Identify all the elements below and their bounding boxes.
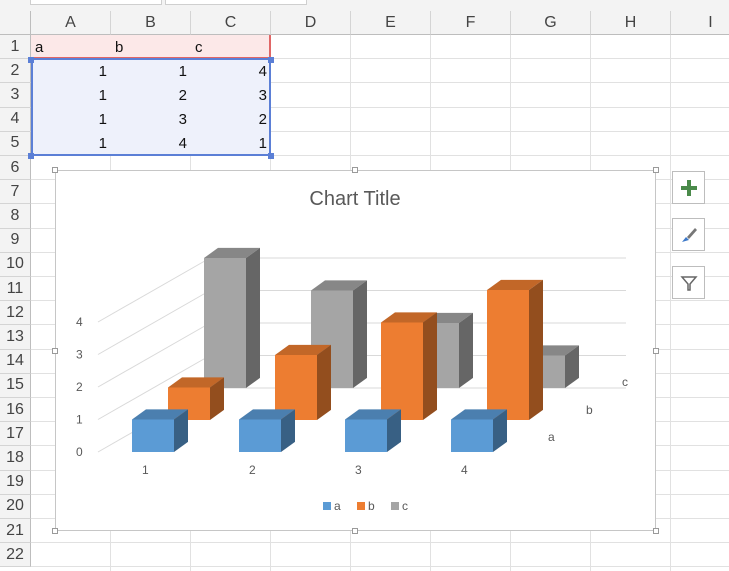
spreadsheet: ABCDEFGHI 1 2 3 4 5 6 7 8 9 10 11 12 13 14 15 16 17 18 19 2… bbox=[0, 0, 729, 571]
cell-b4[interactable]: 3 bbox=[111, 108, 191, 132]
chart-resize-handle[interactable] bbox=[653, 348, 659, 354]
chart-resize-handle[interactable] bbox=[352, 167, 358, 173]
row-header-11[interactable]: 11 bbox=[0, 277, 31, 302]
row-header-2[interactable]: 2 bbox=[0, 59, 31, 84]
row-header-3[interactable]: 3 bbox=[0, 83, 31, 108]
column-gridline bbox=[670, 35, 671, 571]
cell-a1[interactable]: a bbox=[31, 35, 111, 59]
y-tick-label: 4 bbox=[76, 315, 83, 329]
row-header-10[interactable]: 10 bbox=[0, 252, 31, 277]
column-header-f[interactable]: F bbox=[431, 11, 511, 35]
legend-swatch-a bbox=[323, 502, 331, 510]
range-handle[interactable] bbox=[28, 57, 34, 63]
row-header-13[interactable]: 13 bbox=[0, 325, 31, 350]
row-header-7[interactable]: 7 bbox=[0, 180, 31, 205]
cell-b5[interactable]: 4 bbox=[111, 132, 191, 156]
bar-a-1[interactable] bbox=[132, 409, 188, 452]
cell-b3[interactable]: 2 bbox=[111, 83, 191, 107]
cell-a3[interactable]: 1 bbox=[31, 83, 111, 107]
x-category-label: 3 bbox=[355, 463, 362, 477]
chart-resize-handle[interactable] bbox=[653, 167, 659, 173]
range-handle[interactable] bbox=[268, 153, 274, 159]
select-all-corner[interactable] bbox=[0, 11, 31, 35]
chart-resize-handle[interactable] bbox=[352, 528, 358, 534]
plus-icon bbox=[680, 179, 697, 196]
chart-styles-button[interactable] bbox=[672, 218, 705, 251]
row-header-16[interactable]: 16 bbox=[0, 398, 31, 423]
y-tick-label: 0 bbox=[76, 445, 83, 459]
chart-filters-button[interactable] bbox=[672, 266, 705, 299]
row-header-18[interactable]: 18 bbox=[0, 446, 31, 471]
bar-b-3[interactable] bbox=[381, 312, 437, 420]
x-category-label: 4 bbox=[461, 463, 468, 477]
x-category-label: 2 bbox=[249, 463, 256, 477]
cell-b1[interactable]: b bbox=[111, 35, 191, 59]
depth-axis-label: b bbox=[586, 403, 593, 417]
bar-a-3[interactable] bbox=[345, 409, 401, 452]
legend-label-b[interactable]: b bbox=[368, 499, 375, 513]
column-header-b[interactable]: B bbox=[111, 11, 191, 35]
row-header-17[interactable]: 17 bbox=[0, 422, 31, 447]
chart-title[interactable]: Chart Title bbox=[309, 188, 400, 210]
cell-b2[interactable]: 1 bbox=[111, 59, 191, 83]
depth-axis-label: c bbox=[622, 375, 628, 389]
y-tick-label: 2 bbox=[76, 380, 83, 394]
chart-resize-handle[interactable] bbox=[52, 528, 58, 534]
legend-label-c[interactable]: c bbox=[402, 499, 408, 513]
chart-area[interactable]: 0 1 2 3 4 1 2 3 4 a b c Chart Title a b c bbox=[55, 170, 656, 531]
legend-swatch-b bbox=[357, 502, 365, 510]
cell-a4[interactable]: 1 bbox=[31, 108, 111, 132]
column-header-c[interactable]: C bbox=[191, 11, 271, 35]
chart-resize-handle[interactable] bbox=[653, 528, 659, 534]
y-tick-label: 3 bbox=[76, 348, 83, 362]
brush-icon bbox=[681, 227, 697, 242]
column-header-i[interactable]: I bbox=[671, 11, 729, 35]
cell-c4[interactable]: 2 bbox=[191, 108, 271, 132]
cell-c1[interactable]: c bbox=[191, 35, 271, 59]
chart-resize-handle[interactable] bbox=[52, 348, 58, 354]
range-handle[interactable] bbox=[268, 57, 274, 63]
funnel-icon bbox=[679, 275, 698, 291]
range-handle[interactable] bbox=[28, 153, 34, 159]
row-header-22[interactable]: 22 bbox=[0, 543, 31, 568]
row-header-21[interactable]: 21 bbox=[0, 519, 31, 544]
legend-swatch-c bbox=[391, 502, 399, 510]
cell-c3[interactable]: 3 bbox=[191, 83, 271, 107]
y-tick-label: 1 bbox=[76, 413, 83, 427]
x-category-label: 1 bbox=[142, 463, 149, 477]
bar-b-4[interactable] bbox=[487, 279, 543, 420]
row-gridline bbox=[31, 566, 729, 568]
row-header-19[interactable]: 19 bbox=[0, 470, 31, 495]
chart-3d-column: 0 1 2 3 4 1 2 3 4 a b c Chart Title a b c bbox=[76, 188, 628, 513]
row-header-12[interactable]: 12 bbox=[0, 301, 31, 326]
row-header-15[interactable]: 15 bbox=[0, 373, 31, 398]
column-header-d[interactable]: D bbox=[271, 11, 351, 35]
row-header-4[interactable]: 4 bbox=[0, 107, 31, 132]
chart-resize-handle[interactable] bbox=[52, 167, 58, 173]
column-header-h[interactable]: H bbox=[591, 11, 671, 35]
column-header-a[interactable]: A bbox=[31, 11, 111, 35]
column-header-g[interactable]: G bbox=[511, 11, 591, 35]
row-header-1[interactable]: 1 bbox=[0, 35, 31, 60]
bar-a-2[interactable] bbox=[239, 409, 295, 452]
cell-a5[interactable]: 1 bbox=[31, 132, 111, 156]
bar-a-4[interactable] bbox=[451, 409, 507, 452]
row-header-6[interactable]: 6 bbox=[0, 156, 31, 181]
bar-b-2[interactable] bbox=[275, 344, 331, 420]
cell-c5[interactable]: 1 bbox=[191, 132, 271, 156]
row-header-5[interactable]: 5 bbox=[0, 131, 31, 156]
chart-elements-button[interactable] bbox=[672, 171, 705, 204]
row-header-8[interactable]: 8 bbox=[0, 204, 31, 229]
legend-label-a[interactable]: a bbox=[334, 499, 341, 513]
cell-c2[interactable]: 4 bbox=[191, 59, 271, 83]
column-header-e[interactable]: E bbox=[351, 11, 431, 35]
row-header-20[interactable]: 20 bbox=[0, 494, 31, 519]
depth-axis-label: a bbox=[548, 430, 555, 444]
row-gridline bbox=[31, 542, 729, 544]
bar-c-1[interactable] bbox=[204, 247, 260, 388]
cell-a2[interactable]: 1 bbox=[31, 59, 111, 83]
row-header-9[interactable]: 9 bbox=[0, 228, 31, 253]
row-header-14[interactable]: 14 bbox=[0, 349, 31, 374]
